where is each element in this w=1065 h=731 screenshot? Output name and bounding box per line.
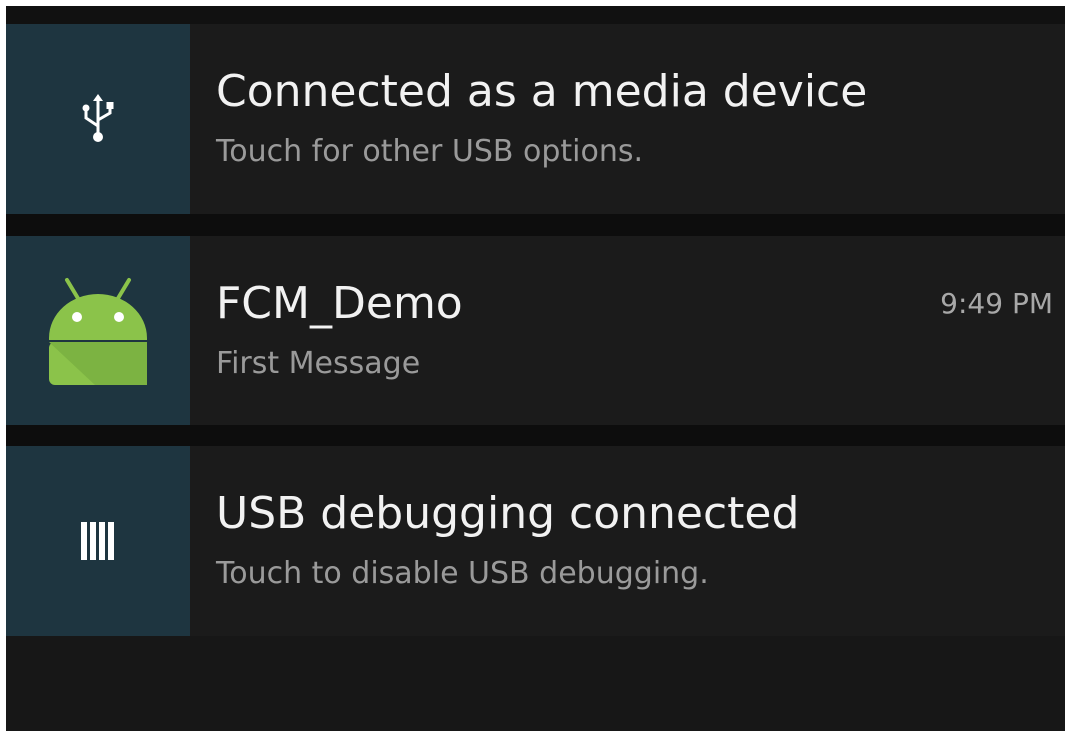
shade-footer bbox=[6, 636, 1065, 731]
notification-fcm-demo[interactable]: FCM_Demo 9:49 PM First Message bbox=[6, 236, 1065, 425]
notification-title: Connected as a media device bbox=[216, 66, 868, 117]
debug-icon bbox=[81, 522, 114, 560]
notification-subtitle: Touch to disable USB debugging. bbox=[216, 556, 709, 591]
notification-time: 9:49 PM bbox=[940, 287, 1053, 320]
usb-icon bbox=[82, 94, 114, 142]
usb-icon-box bbox=[6, 24, 190, 214]
android-icon bbox=[49, 277, 147, 385]
notification-usb-media[interactable]: Connected as a media device Touch for ot… bbox=[6, 24, 1065, 214]
divider bbox=[6, 214, 1065, 236]
notification-usb-debugging[interactable]: USB debugging connected Touch to disable… bbox=[6, 446, 1065, 636]
debug-icon-box bbox=[6, 446, 190, 636]
android-icon-box bbox=[6, 236, 190, 425]
status-strip bbox=[6, 6, 1065, 24]
notification-subtitle: Touch for other USB options. bbox=[216, 134, 644, 169]
notification-title: USB debugging connected bbox=[216, 488, 800, 539]
notification-shade: Connected as a media device Touch for ot… bbox=[6, 6, 1065, 731]
divider bbox=[6, 425, 1065, 446]
notification-subtitle: First Message bbox=[216, 346, 421, 381]
notification-title: FCM_Demo bbox=[216, 278, 463, 329]
